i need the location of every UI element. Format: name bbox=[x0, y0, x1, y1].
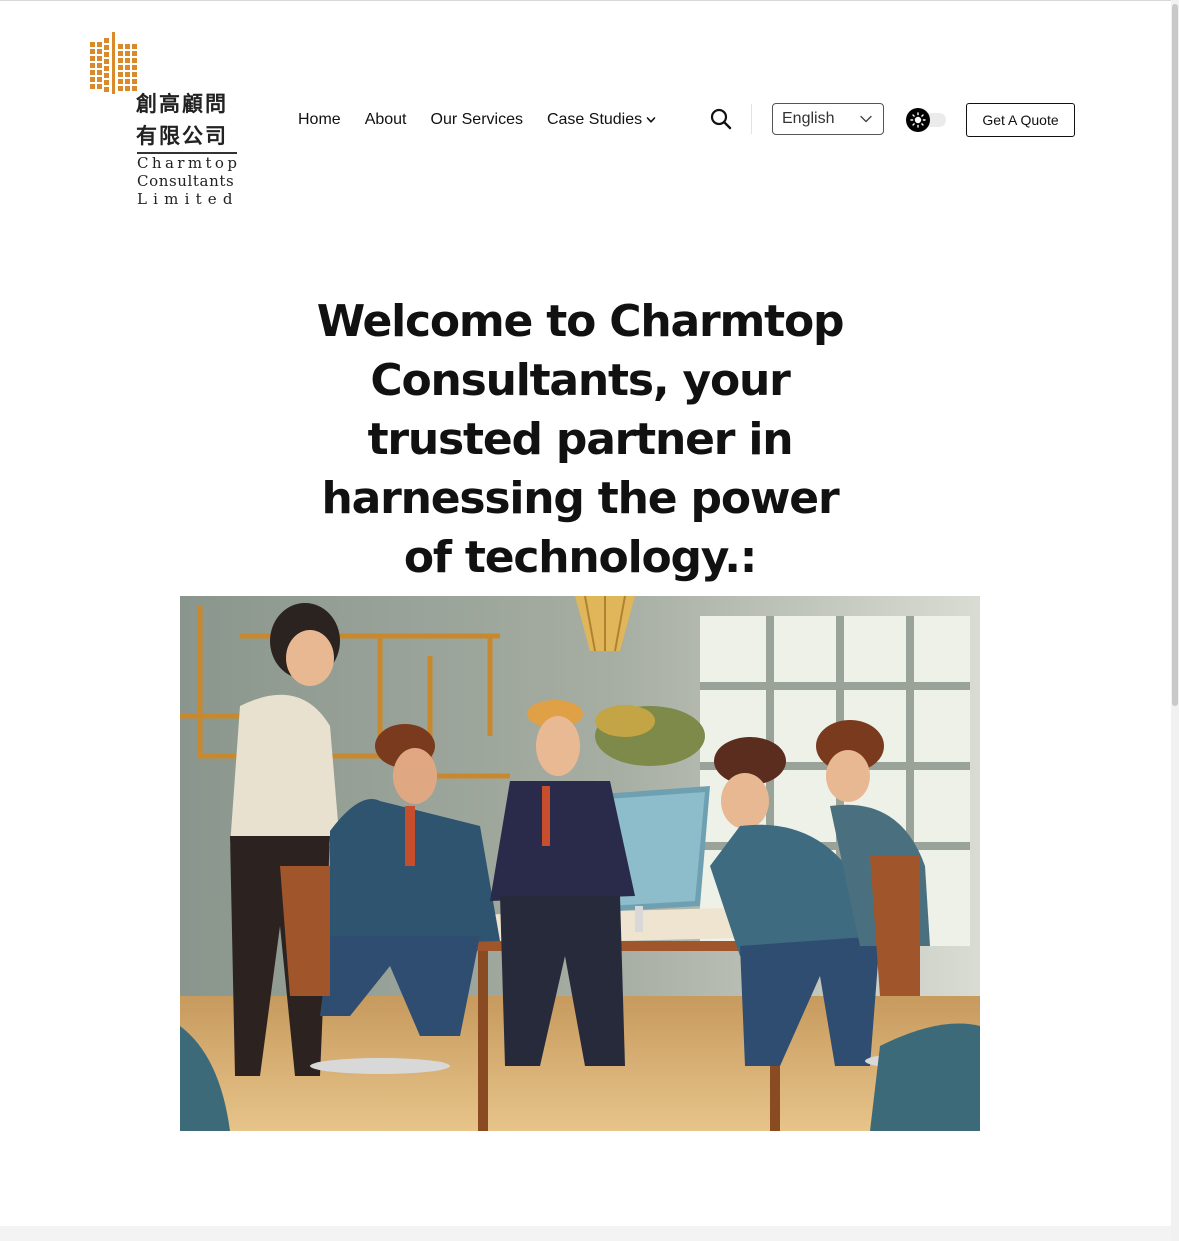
chevron-down-icon bbox=[646, 117, 656, 123]
nav-item-our-services[interactable]: Our Services bbox=[431, 111, 523, 129]
nav-item-about[interactable]: About bbox=[365, 111, 407, 129]
chevron-down-icon bbox=[860, 115, 872, 123]
company-logo[interactable]: 創高顧問 有限公司 Charmtop Consultants Limited bbox=[88, 30, 240, 212]
language-select[interactable]: English bbox=[772, 103, 884, 135]
nav-item-home[interactable]: Home bbox=[298, 111, 341, 129]
theme-toggle-knob bbox=[906, 108, 930, 132]
logo-cjk-line2: 有限公司 bbox=[136, 123, 228, 148]
sun-icon bbox=[910, 112, 926, 128]
logo-english-name: Charmtop Consultants Limited bbox=[137, 154, 241, 208]
hero-illustration bbox=[180, 596, 980, 1131]
scrollbar-thumb[interactable] bbox=[1172, 4, 1178, 706]
search-button[interactable] bbox=[709, 107, 733, 131]
language-select-value: English bbox=[782, 110, 835, 127]
logo-cjk-line1: 創高顧問 bbox=[136, 91, 228, 116]
page-scrollbar[interactable] bbox=[1171, 0, 1179, 1241]
hero-title: Welcome to Charmtop Consultants, your tr… bbox=[316, 296, 845, 583]
team-meeting-illustration bbox=[180, 596, 980, 1131]
footer-band bbox=[0, 1226, 1171, 1241]
logo-en-line3: Limited bbox=[137, 190, 239, 208]
logo-mark bbox=[90, 32, 137, 94]
nav-item-case-studies[interactable]: Case Studies bbox=[547, 111, 656, 129]
logo-en-line2: Consultants bbox=[137, 172, 235, 190]
header-divider bbox=[751, 104, 752, 134]
main-nav: Home About Our Services Case Studies bbox=[298, 108, 680, 132]
logo-cjk-name: 創高顧問 有限公司 bbox=[136, 88, 240, 152]
theme-toggle[interactable] bbox=[906, 108, 946, 132]
nav-item-case-studies-label: Case Studies bbox=[546, 111, 643, 128]
get-a-quote-button[interactable]: Get A Quote bbox=[966, 103, 1075, 137]
search-icon bbox=[710, 108, 732, 130]
top-border bbox=[0, 0, 1171, 1]
logo-en-line1: Charmtop bbox=[137, 154, 241, 172]
